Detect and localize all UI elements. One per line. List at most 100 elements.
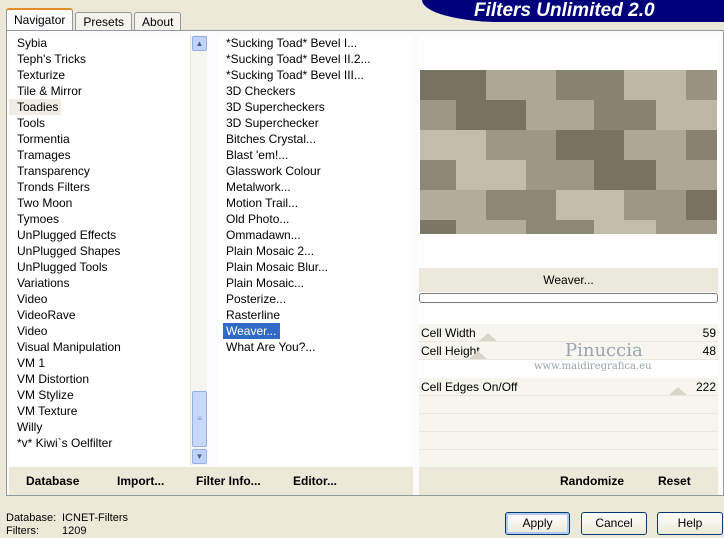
randomize-button[interactable]: Randomize [560, 474, 624, 488]
category-item[interactable]: UnPlugged Tools [9, 259, 207, 275]
preview-tile [526, 100, 594, 130]
param-empty [419, 396, 718, 414]
category-item[interactable]: Transparency [9, 163, 207, 179]
category-item[interactable]: Video [9, 291, 207, 307]
tab-navigator[interactable]: Navigator [6, 8, 74, 30]
filter-item[interactable]: Ommadawn... [218, 227, 412, 243]
category-item[interactable]: *v* Kiwi`s Oelfilter [9, 435, 207, 451]
param-cell-edges[interactable]: Cell Edges On/Off 222 [419, 378, 718, 396]
category-item[interactable]: UnPlugged Shapes [9, 243, 207, 259]
category-item[interactable]: Tools [9, 115, 207, 131]
preview-tile [686, 130, 717, 160]
filter-item[interactable]: Posterize... [218, 291, 412, 307]
category-item[interactable]: VM 1 [9, 355, 207, 371]
status-info: Database: ICNET-Filters Filters: 1209 [6, 512, 128, 538]
filter-item[interactable]: 3D Checkers [218, 83, 412, 99]
slider-handle-icon[interactable] [669, 387, 687, 395]
slider-handle-icon[interactable] [479, 333, 497, 341]
category-item[interactable]: VM Distortion [9, 371, 207, 387]
preview-tile [420, 130, 486, 160]
db-value: ICNET-Filters [62, 512, 128, 524]
filter-item[interactable]: Blast 'em!... [218, 147, 412, 163]
filter-item[interactable]: 3D Superchecker [218, 115, 412, 131]
param-label: Cell Edges On/Off [421, 380, 518, 394]
preview-tile [556, 70, 624, 100]
category-item[interactable]: VideoRave [9, 307, 207, 323]
preview-tile [556, 130, 624, 160]
editor-button[interactable]: Editor... [293, 474, 337, 488]
category-item[interactable]: Teph's Tricks [9, 51, 207, 67]
preview-image [420, 70, 717, 234]
filter-item[interactable]: *Sucking Toad* Bevel III... [218, 67, 412, 83]
watermark-name: Pinuccia [565, 340, 643, 361]
param-label: Cell Width [421, 326, 476, 340]
category-item[interactable]: Tymoes [9, 211, 207, 227]
preview-tile [420, 160, 456, 190]
preview-tile [486, 70, 556, 100]
reset-button[interactable]: Reset [658, 474, 691, 488]
database-button[interactable]: Database [26, 474, 79, 488]
slider-handle-icon[interactable] [469, 351, 487, 359]
filter-item[interactable]: Motion Trail... [218, 195, 412, 211]
filter-item[interactable]: Metalwork... [218, 179, 412, 195]
navigator-toolbar: Database Import... Filter Info... Editor… [9, 467, 413, 495]
filter-item[interactable]: What Are You?... [218, 339, 412, 355]
preview-tile [420, 100, 456, 130]
category-item[interactable]: Tronds Filters [9, 179, 207, 195]
cancel-button[interactable]: Cancel [581, 512, 647, 535]
filter-item[interactable]: Plain Mosaic... [218, 275, 412, 291]
filter-item[interactable]: Plain Mosaic Blur... [218, 259, 412, 275]
category-item[interactable]: Sybia [9, 35, 207, 51]
category-item[interactable]: Tile & Mirror [9, 83, 207, 99]
filter-item[interactable]: Weaver... [223, 323, 281, 339]
category-item[interactable]: VM Texture [9, 403, 207, 419]
filter-item[interactable]: 3D Supercheckers [218, 99, 412, 115]
import-button[interactable]: Import... [117, 474, 164, 488]
preview-tile [656, 160, 717, 190]
preview-tile [656, 220, 717, 234]
filter-item[interactable]: *Sucking Toad* Bevel I... [218, 35, 412, 51]
filter-info-button[interactable]: Filter Info... [196, 474, 261, 488]
param-value: 59 [702, 326, 716, 340]
param-value: 48 [702, 344, 716, 358]
filter-item[interactable]: Glasswork Colour [218, 163, 412, 179]
preview-tile [486, 130, 556, 160]
preview-tile [624, 130, 686, 160]
category-item[interactable]: UnPlugged Effects [9, 227, 207, 243]
scroll-up-icon[interactable]: ▲ [192, 36, 207, 51]
tab-strip: Navigator Presets About [6, 8, 183, 30]
help-button[interactable]: Help [657, 512, 723, 535]
category-item[interactable]: Toadies [9, 99, 62, 115]
category-item[interactable]: VM Stylize [9, 387, 207, 403]
filter-item[interactable]: *Sucking Toad* Bevel II.2... [218, 51, 412, 67]
scroll-thumb[interactable]: ≡ [192, 391, 207, 447]
filters-value: 1209 [62, 525, 87, 537]
filter-list[interactable]: *Sucking Toad* Bevel I... *Sucking Toad* … [218, 35, 412, 465]
category-list[interactable]: Sybia Teph's Tricks Texturize Tile & Mirror… [9, 35, 207, 465]
preview-tile [686, 190, 717, 220]
category-scrollbar[interactable]: ▲ ≡ ▼ [190, 35, 207, 465]
preview-tile [420, 220, 456, 234]
filter-item[interactable]: Bitches Crystal... [218, 131, 412, 147]
preview-tile [624, 190, 686, 220]
param-value: 222 [695, 380, 716, 394]
category-item[interactable]: Video [9, 323, 207, 339]
category-item[interactable]: Willy [9, 419, 207, 435]
preview-tile [456, 220, 526, 234]
category-item[interactable]: Two Moon [9, 195, 207, 211]
category-item[interactable]: Texturize [9, 67, 207, 83]
tab-about[interactable]: About [134, 12, 182, 30]
category-item[interactable]: Tormentia [9, 131, 207, 147]
category-item[interactable]: Tramages [9, 147, 207, 163]
preview-tile [594, 160, 656, 190]
tab-presets[interactable]: Presets [75, 12, 133, 30]
filter-item[interactable]: Rasterline [218, 307, 412, 323]
apply-button[interactable]: Apply [505, 512, 570, 535]
filter-item[interactable]: Old Photo... [218, 211, 412, 227]
filter-item[interactable]: Plain Mosaic 2... [218, 243, 412, 259]
preview-tile [594, 100, 656, 130]
scroll-down-icon[interactable]: ▼ [192, 449, 207, 464]
category-item[interactable]: Visual Manipulation [9, 339, 207, 355]
preview-tile [526, 220, 594, 234]
category-item[interactable]: Variations [9, 275, 207, 291]
